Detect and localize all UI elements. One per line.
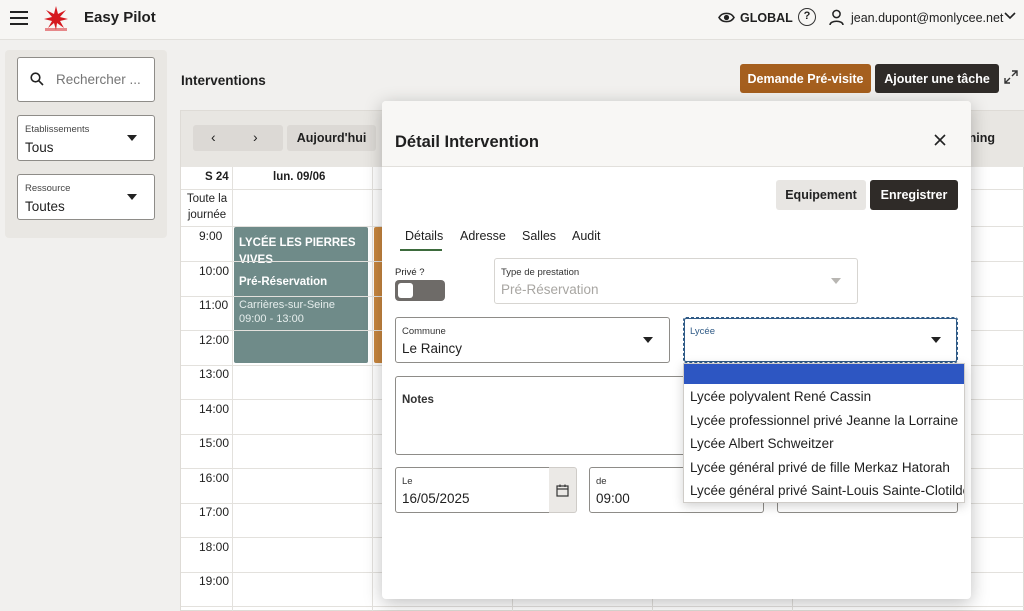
type-prestation-select: Type de prestation Pré-Réservation (494, 258, 858, 304)
notes-label: Notes (402, 394, 434, 406)
hour-label: 19:00 (199, 574, 230, 588)
hour-label: 10:00 (199, 263, 230, 278)
date-value: 16/05/2025 (402, 491, 470, 506)
commune-value: Le Raincy (402, 341, 463, 356)
hour-label: 16:00 (199, 470, 230, 485)
tab-audit[interactable]: Audit (572, 229, 601, 243)
event-time: 09:00 - 13:00 (239, 313, 304, 325)
lycee-label: Lycée (690, 326, 715, 337)
region-logo-icon (44, 6, 68, 31)
event-title: LYCÉE LES PIERRES VIVES (239, 237, 356, 266)
hour-label: 18:00 (199, 539, 230, 554)
etablissements-value: Tous (25, 140, 54, 155)
app-title: Easy Pilot (84, 9, 156, 26)
prev-arrow-icon[interactable]: ‹ (211, 129, 216, 145)
hour-label: 12:00 (199, 332, 230, 347)
grid-line (232, 167, 233, 611)
start-time-label: de (596, 476, 607, 487)
hour-label: 14:00 (199, 401, 230, 416)
caret-down-icon (127, 135, 137, 141)
next-arrow-icon[interactable]: › (253, 129, 258, 145)
date-label: Le (402, 476, 413, 487)
date-field[interactable]: Le 16/05/2025 (395, 467, 550, 513)
eye-icon[interactable] (718, 11, 735, 24)
event-type: Pré-Réservation (239, 276, 328, 288)
dropdown-option[interactable]: Lycée professionnel privé Jeanne la Lorr… (690, 413, 958, 428)
search-field[interactable] (17, 57, 155, 102)
all-day-label: Toute la journée (186, 193, 228, 221)
date-picker-button[interactable] (549, 467, 577, 513)
dropdown-option[interactable]: Lycée général privé Saint-Louis Sainte-C… (690, 483, 964, 498)
equipement-button[interactable]: Equipement (776, 180, 866, 210)
hour-label: 17:00 (199, 505, 230, 519)
grid-line (181, 606, 1024, 607)
hour-label: 13:00 (199, 367, 230, 381)
scope-label[interactable]: GLOBAL (740, 11, 793, 25)
dialog-header: Détail Intervention (382, 101, 971, 167)
dropdown-option[interactable]: Lycée Albert Schweitzer (690, 436, 834, 451)
caret-down-icon (931, 337, 941, 343)
grid-line (372, 167, 373, 611)
caret-down-icon (643, 337, 653, 343)
week-number: S 24 (205, 171, 229, 183)
event-city: Carrières-sur-Seine (239, 299, 335, 311)
ressource-select[interactable]: Ressource Toutes (17, 174, 155, 220)
ressource-label: Ressource (25, 183, 71, 194)
calendar-nav: ‹ › (193, 125, 283, 151)
hour-label: 15:00 (199, 436, 230, 450)
filter-sidebar: Etablissements Tous Ressource Toutes (5, 50, 167, 238)
type-prestation-value: Pré-Réservation (501, 282, 599, 297)
etablissements-select[interactable]: Etablissements Tous (17, 115, 155, 161)
tab-adresse[interactable]: Adresse (460, 229, 506, 243)
user-email[interactable]: jean.dupont@monlycee.net (851, 11, 1003, 25)
add-task-button[interactable]: Ajouter une tâche (875, 64, 999, 93)
type-prestation-label: Type de prestation (501, 267, 580, 278)
top-bar: Easy Pilot GLOBAL ? jean.dupont@monlycee… (0, 0, 1024, 40)
expand-icon[interactable] (1004, 70, 1018, 84)
prive-toggle[interactable] (395, 280, 445, 301)
caret-down-icon (127, 194, 137, 200)
start-time-value: 09:00 (596, 491, 630, 506)
notes-textarea[interactable]: Notes (395, 376, 695, 455)
menu-icon[interactable] (10, 11, 28, 25)
tab-salles[interactable]: Salles (522, 229, 556, 243)
commune-select[interactable]: Commune Le Raincy (395, 317, 670, 363)
page-title: Interventions (181, 73, 266, 88)
search-icon (30, 72, 44, 86)
close-icon[interactable] (934, 134, 946, 146)
today-button[interactable]: Aujourd'hui (287, 125, 376, 151)
dropdown-option[interactable]: Lycée général privé de fille Merkaz Hato… (690, 460, 950, 475)
day-header: lun. 09/06 (273, 171, 326, 183)
intervention-detail-dialog: Détail Intervention Equipement Enregistr… (382, 101, 971, 599)
calendar-icon (556, 484, 569, 497)
previsit-request-button[interactable]: Demande Pré-visite (740, 64, 871, 93)
lycee-dropdown-list: Lycée polyvalent René Cassin Lycée profe… (683, 363, 965, 503)
save-button[interactable]: Enregistrer (870, 180, 958, 210)
help-icon[interactable]: ? (798, 8, 816, 26)
chevron-down-icon[interactable] (1004, 12, 1016, 20)
lycee-select[interactable]: Lycée (683, 317, 958, 363)
dropdown-option-empty[interactable] (684, 364, 964, 384)
caret-down-icon (831, 278, 841, 284)
dropdown-option[interactable]: Lycée polyvalent René Cassin (690, 389, 871, 404)
user-icon[interactable] (829, 9, 844, 26)
hour-label: 9:00 (199, 229, 223, 243)
etablissements-label: Etablissements (25, 124, 90, 135)
prive-label: Privé ? (395, 267, 425, 278)
active-tab-indicator (400, 249, 442, 251)
tab-details[interactable]: Détails (405, 229, 443, 243)
hour-label: 11:00 (199, 298, 229, 312)
ressource-value: Toutes (25, 199, 65, 214)
search-input[interactable] (56, 72, 150, 87)
dialog-title: Détail Intervention (395, 133, 539, 151)
toggle-knob (398, 283, 413, 298)
commune-label: Commune (402, 326, 446, 337)
